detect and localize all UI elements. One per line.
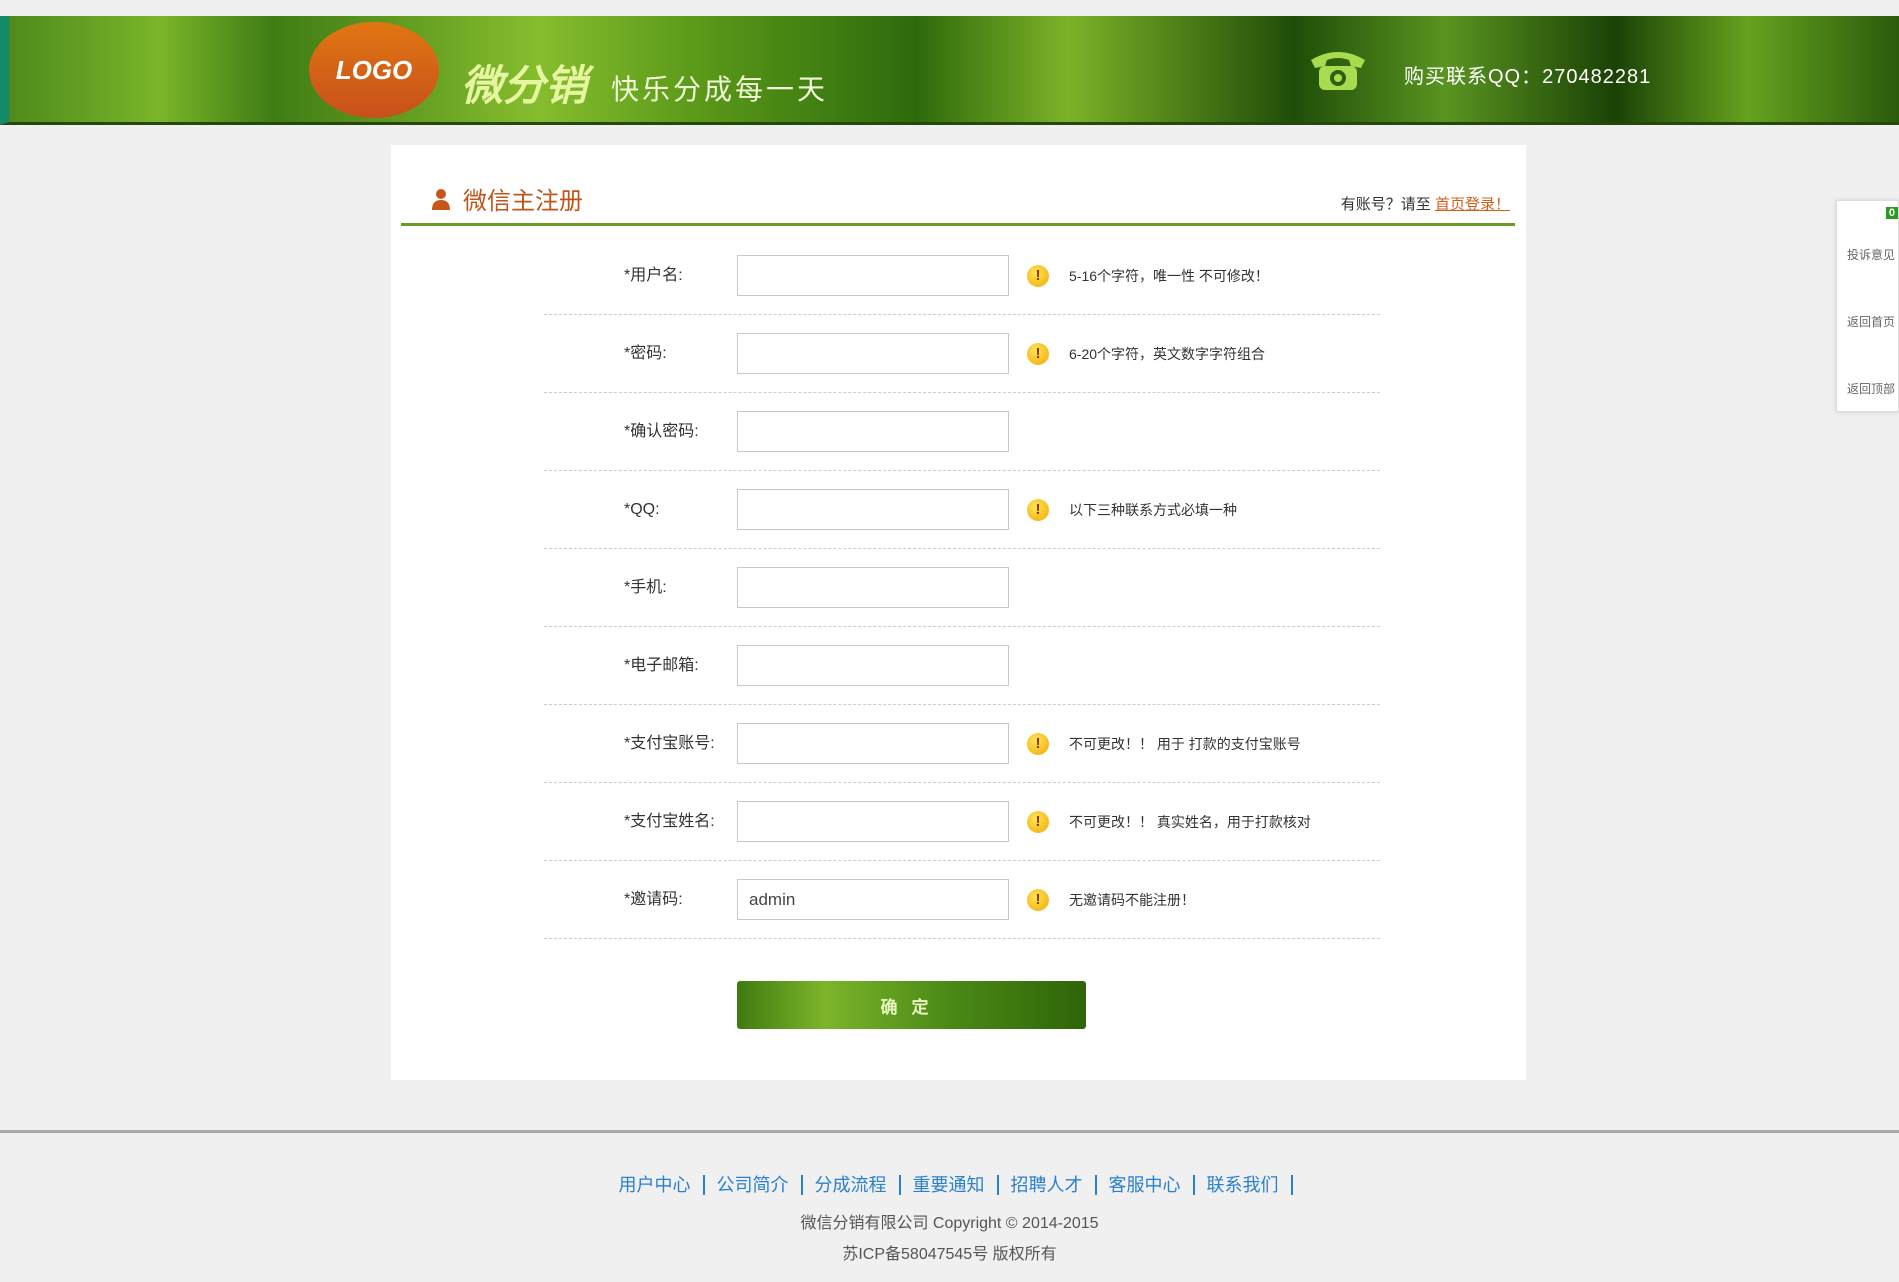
field-hint: 不可更改！！ 用于 打款的支付宝账号 <box>1069 705 1301 783</box>
have-account-text: 有账号？请至 <box>1341 196 1431 213</box>
brand-name: 微分销 <box>461 52 587 113</box>
field-label: *QQ: <box>624 471 660 549</box>
icp: 苏ICP备58047545号 版权所有 <box>0 1240 1899 1264</box>
phone-icon <box>1307 46 1369 92</box>
page-title: 微信主注册 <box>431 181 583 216</box>
slogan: 快乐分成每一天 <box>611 68 828 108</box>
field-input[interactable] <box>737 879 1009 920</box>
field-input[interactable] <box>737 333 1009 374</box>
footer-links: 用户中心公司简介分成流程重要通知招聘人才客服中心联系我们 <box>0 1171 1899 1197</box>
register-panel: 微信主注册 有账号？请至 首页登录！ *用户名: ! 5-16个字符，唯一性 不可… <box>391 145 1526 1080</box>
field-input[interactable] <box>737 723 1009 764</box>
side-float-panel: 0 投诉意见 返回首页 返回顶部 <box>1836 200 1899 412</box>
warning-icon: ! <box>1027 811 1049 833</box>
field-label: *电子邮箱: <box>624 627 699 705</box>
footer: 用户中心公司简介分成流程重要通知招聘人才客服中心联系我们 微信分销有限公司 Co… <box>0 1130 1899 1282</box>
form-row: *邀请码: ! 无邀请码不能注册！ <box>544 861 1380 939</box>
badge: 0 <box>1886 207 1898 219</box>
form-row: *密码: ! 6-20个字符，英文数字字符组合 <box>544 315 1380 393</box>
footer-link[interactable]: 公司简介 <box>705 1175 803 1195</box>
title-divider <box>401 223 1515 226</box>
footer-link[interactable]: 招聘人才 <box>999 1175 1097 1195</box>
footer-link[interactable]: 重要通知 <box>901 1175 999 1195</box>
field-label: *手机: <box>624 549 667 627</box>
field-hint: 5-16个字符，唯一性 不可修改！ <box>1069 237 1269 315</box>
field-hint: 6-20个字符，英文数字字符组合 <box>1069 315 1265 393</box>
title-text: 微信主注册 <box>463 181 583 216</box>
form-row: *用户名: ! 5-16个字符，唯一性 不可修改！ <box>544 237 1380 315</box>
form-row: *QQ: ! 以下三种联系方式必填一种 <box>544 471 1380 549</box>
footer-link[interactable]: 用户中心 <box>607 1175 705 1195</box>
form-row: *电子邮箱: <box>544 627 1380 705</box>
footer-link[interactable]: 联系我们 <box>1195 1175 1293 1195</box>
user-icon <box>431 188 451 210</box>
warning-icon: ! <box>1027 733 1049 755</box>
logo[interactable]: LOGO <box>309 22 439 118</box>
warning-icon: ! <box>1027 265 1049 287</box>
field-input[interactable] <box>737 255 1009 296</box>
field-hint: 不可更改！！ 真实姓名，用于打款核对 <box>1069 783 1311 861</box>
back-top-link[interactable]: 返回顶部 <box>1847 380 1895 397</box>
field-hint: 以下三种联系方式必填一种 <box>1069 471 1237 549</box>
copyright: 微信分销有限公司 Copyright © 2014-2015 <box>0 1209 1899 1233</box>
field-input[interactable] <box>737 645 1009 686</box>
field-label: *密码: <box>624 315 667 393</box>
form-row: *确认密码: <box>544 393 1380 471</box>
field-label: *支付宝账号: <box>624 705 715 783</box>
login-link[interactable]: 首页登录！ <box>1435 196 1510 213</box>
footer-link[interactable]: 客服中心 <box>1097 1175 1195 1195</box>
form-row: *手机: <box>544 549 1380 627</box>
site-header: LOGO 微分销 快乐分成每一天 购买联系QQ：270482281 <box>0 16 1899 125</box>
form-row: *支付宝姓名: ! 不可更改！！ 真实姓名，用于打款核对 <box>544 783 1380 861</box>
back-home-link[interactable]: 返回首页 <box>1847 313 1895 330</box>
field-label: *邀请码: <box>624 861 683 939</box>
field-label: *支付宝姓名: <box>624 783 715 861</box>
footer-link[interactable]: 分成流程 <box>803 1175 901 1195</box>
submit-button[interactable]: 确定 <box>737 981 1086 1029</box>
complaint-link[interactable]: 投诉意见 <box>1847 246 1895 263</box>
warning-icon: ! <box>1027 889 1049 911</box>
field-label: *确认密码: <box>624 393 699 471</box>
field-input[interactable] <box>737 567 1009 608</box>
field-hint: 无邀请码不能注册！ <box>1069 861 1195 939</box>
contact-qq: 购买联系QQ：270482281 <box>1404 60 1651 89</box>
field-label: *用户名: <box>624 237 683 315</box>
field-input[interactable] <box>737 801 1009 842</box>
warning-icon: ! <box>1027 499 1049 521</box>
field-input[interactable] <box>737 411 1009 452</box>
warning-icon: ! <box>1027 343 1049 365</box>
have-account: 有账号？请至 首页登录！ <box>1341 193 1510 214</box>
form-row: *支付宝账号: ! 不可更改！！ 用于 打款的支付宝账号 <box>544 705 1380 783</box>
field-input[interactable] <box>737 489 1009 530</box>
